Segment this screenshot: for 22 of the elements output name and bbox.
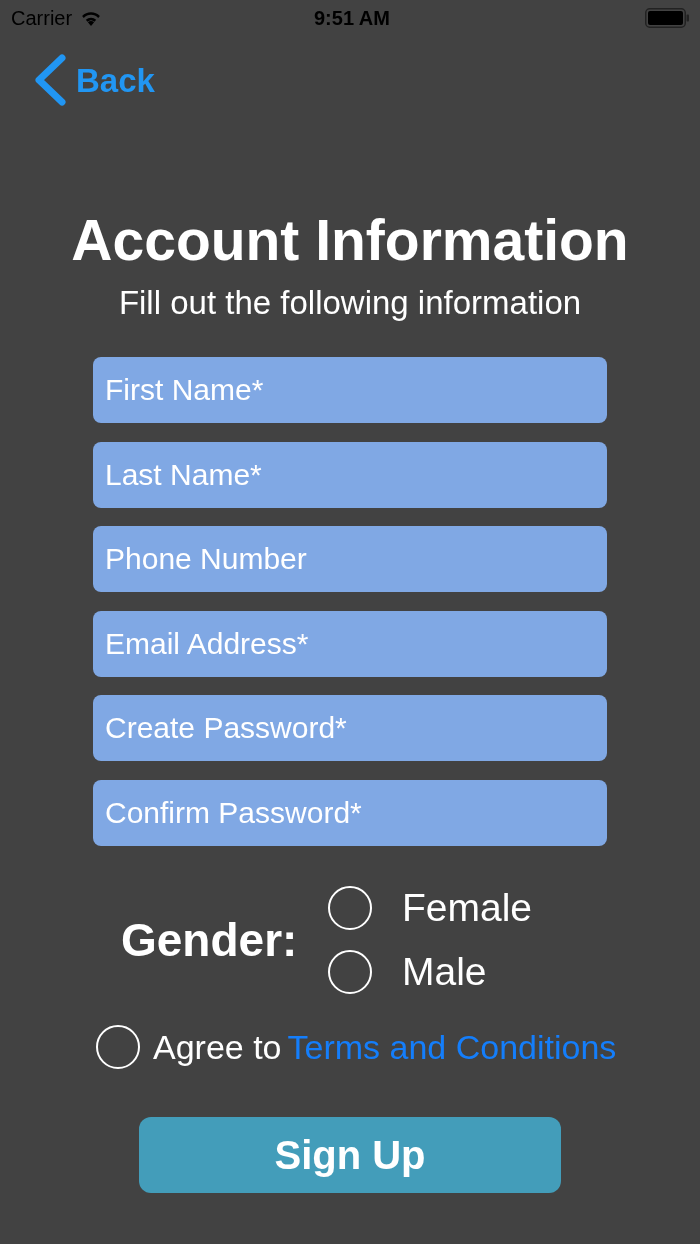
agree-label: Agree to	[153, 1029, 282, 1064]
input-field[interactable]: Phone Number	[93, 526, 607, 592]
page-title: Account Information	[71, 208, 629, 272]
chevron-left-icon	[34, 54, 66, 106]
back-button[interactable]: Back	[34, 55, 155, 105]
radio-label: Female	[402, 888, 533, 927]
terms-link[interactable]: Terms and Conditions	[287, 1029, 617, 1064]
input-field[interactable]: Last Name*	[93, 441, 607, 508]
input-field[interactable]: First Name*	[93, 357, 607, 423]
gender-label: Gender:	[121, 916, 299, 963]
input-field[interactable]: Create Password*	[93, 695, 607, 761]
input-field[interactable]: Email Address*	[93, 610, 607, 677]
radio-label: Male	[402, 952, 487, 991]
sign-up-button[interactable]: Sign Up	[139, 1116, 561, 1193]
status-time: 9:51 AM	[314, 8, 390, 28]
radio-button[interactable]	[328, 949, 372, 994]
radio-button[interactable]	[328, 885, 372, 930]
battery-icon	[645, 8, 689, 28]
page-subtitle: Fill out the following information	[118, 284, 582, 322]
agree-checkbox[interactable]	[96, 1024, 140, 1069]
carrier-label: Carrier	[11, 8, 73, 28]
input-field[interactable]: Confirm Password*	[93, 779, 607, 846]
